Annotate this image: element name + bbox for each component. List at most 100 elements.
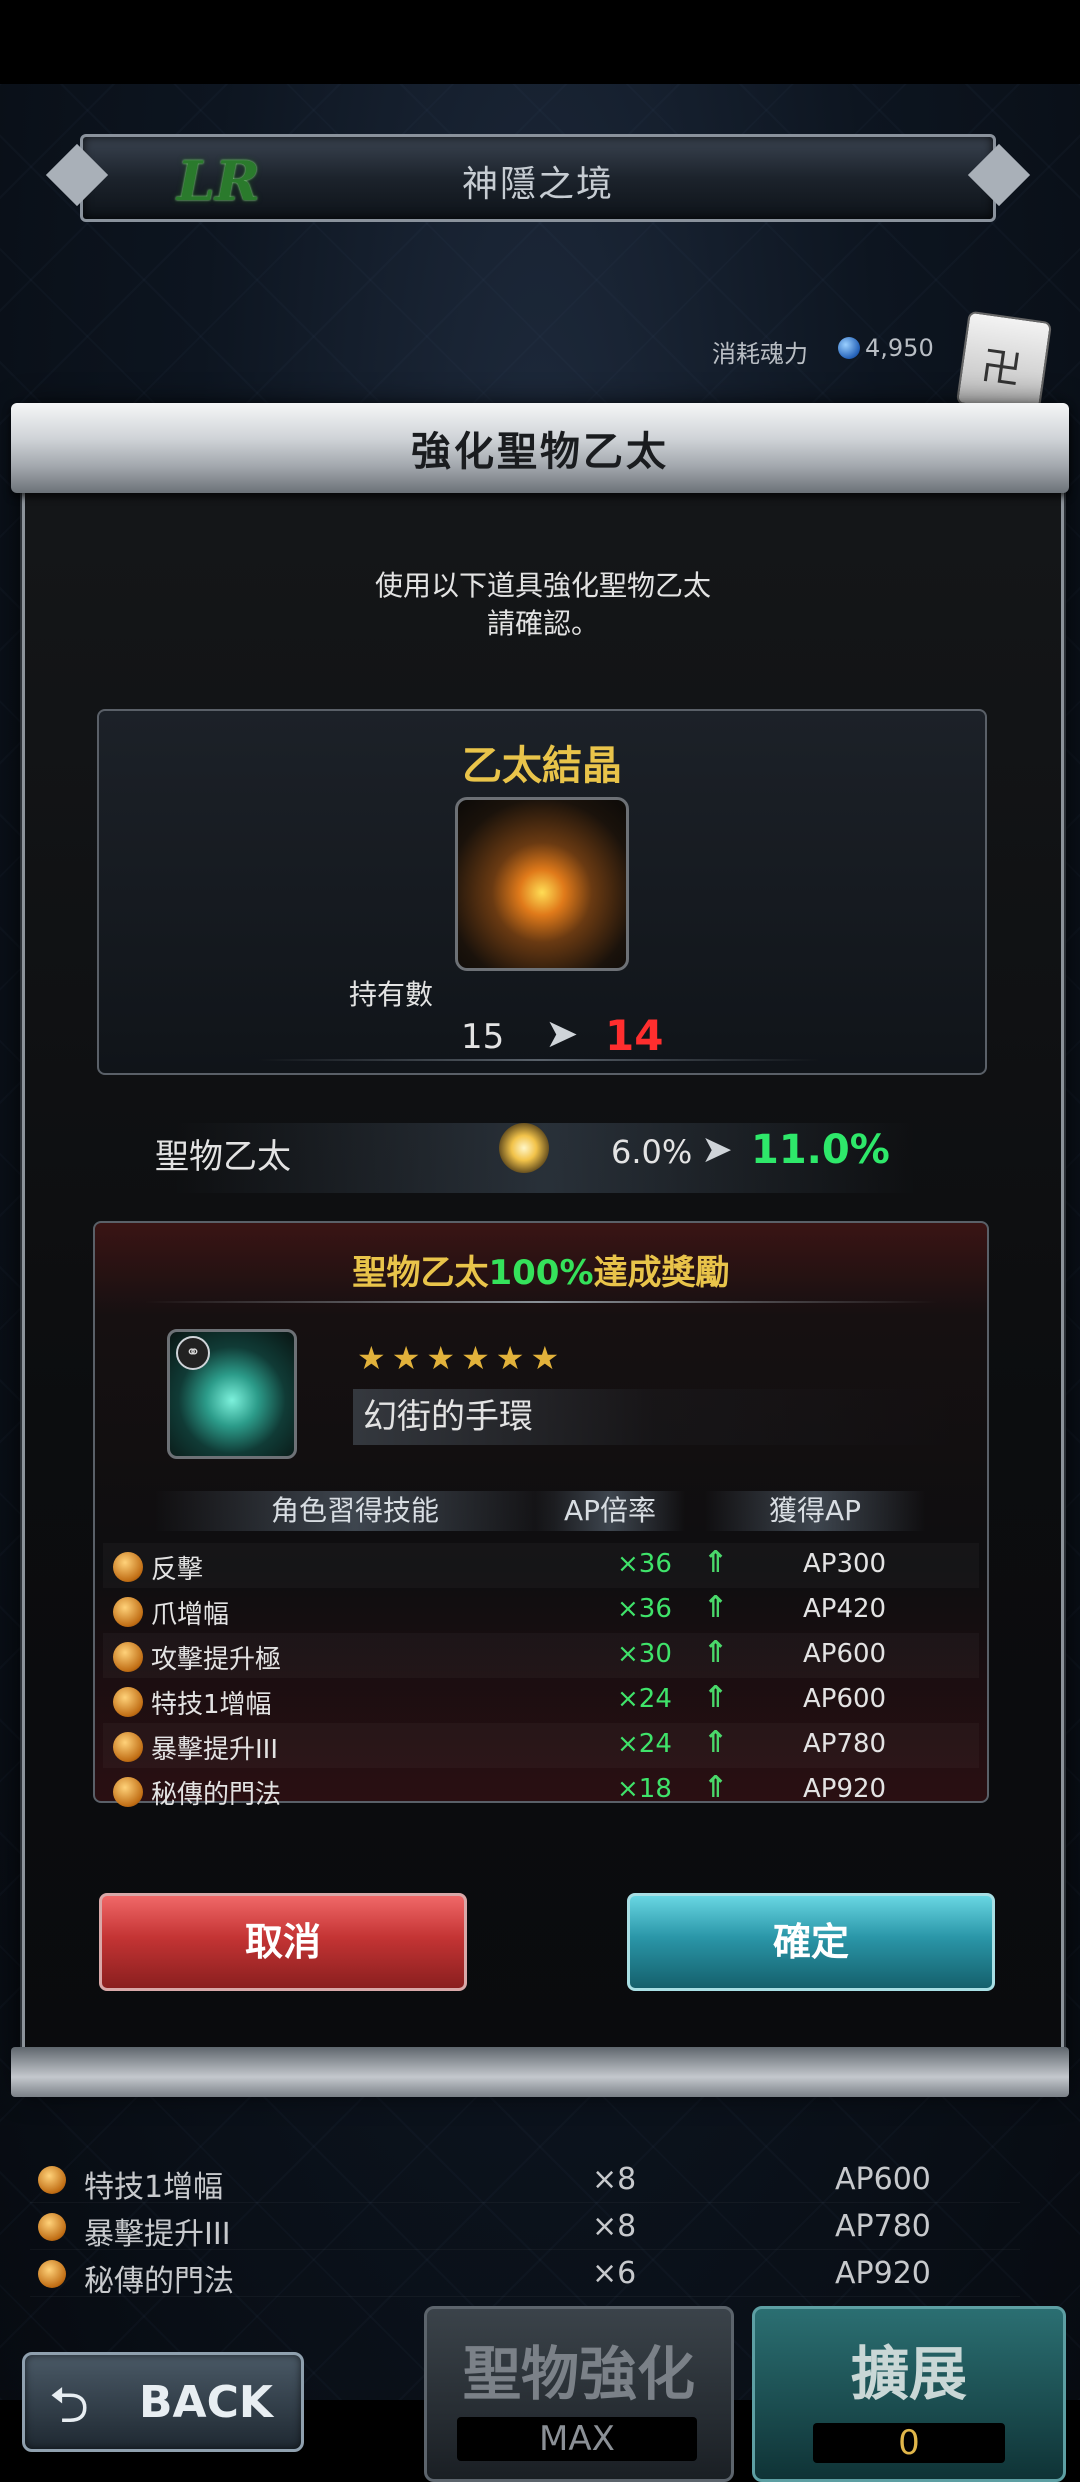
book-icon: 卍 bbox=[978, 343, 1025, 395]
reward-title-percent: 100% bbox=[488, 1253, 594, 1293]
cost-label: 消耗魂力 bbox=[712, 340, 808, 368]
skill-list: 反擊 ×36 ⇑ AP300 爪增幅 ×36 ⇑ AP420 攻擊提升極 ×30… bbox=[103, 1543, 979, 1813]
expand-button[interactable]: 擴展 0 bbox=[752, 2306, 1066, 2482]
expand-label: 擴展 bbox=[850, 2340, 967, 2408]
skill-multiplier: ×24 bbox=[617, 1729, 672, 1759]
skill-name: 秘傳的門法 bbox=[84, 2264, 234, 2299]
item-name: 乙太結晶 bbox=[462, 743, 622, 789]
skill-ap: AP300 bbox=[803, 1549, 887, 1579]
ether-icon bbox=[499, 1123, 549, 1173]
skill-icon bbox=[113, 1732, 143, 1762]
ether-label: 聖物乙太 bbox=[155, 1137, 291, 1177]
list-item: 秘傳的門法 ×6 AP920 bbox=[30, 2250, 1020, 2299]
column-header-rate: AP倍率 bbox=[535, 1491, 685, 1531]
skill-name: 反擊 bbox=[151, 1555, 204, 1585]
table-row: 秘傳的門法 ×18 ⇑ AP920 bbox=[103, 1768, 979, 1813]
skill-name: 特技1增幅 bbox=[151, 1690, 272, 1720]
cancel-button[interactable]: 取消 bbox=[99, 1893, 467, 1991]
skill-icon bbox=[38, 2260, 66, 2288]
skill-ap: AP780 bbox=[835, 2209, 931, 2244]
skill-multiplier: ×30 bbox=[617, 1639, 672, 1669]
skill-ap: AP600 bbox=[835, 2162, 931, 2197]
page-title: 神隱之境 bbox=[461, 164, 614, 205]
ether-crystal-icon bbox=[455, 797, 629, 971]
table-row: 反擊 ×36 ⇑ AP300 bbox=[103, 1543, 979, 1588]
back-button[interactable]: ⮌ BACK bbox=[22, 2352, 304, 2452]
cost-value: 4,950 bbox=[865, 334, 934, 362]
skill-name: 暴擊提升III bbox=[84, 2217, 231, 2252]
dialog-title: 強化聖物乙太 bbox=[411, 429, 669, 475]
table-row: 攻擊提升極 ×30 ⇑ AP600 bbox=[103, 1633, 979, 1678]
skill-name: 暴擊提升III bbox=[151, 1735, 279, 1765]
relic-enhance-value: MAX bbox=[457, 2417, 697, 2461]
rate-up-icon: ⇑ bbox=[703, 1770, 729, 1805]
back-label: BACK bbox=[139, 2377, 273, 2428]
enhance-dialog: 強化聖物乙太 使用以下道具強化聖物乙太 請確認。 乙太結晶 持有數 15 ➤ 1… bbox=[11, 403, 1069, 2097]
skill-name: 攻擊提升極 bbox=[151, 1645, 282, 1675]
arrow-right-icon: ➤ bbox=[701, 1127, 733, 1171]
title-banner: LR 神隱之境 bbox=[80, 134, 996, 222]
skill-multiplier: ×8 bbox=[592, 2162, 637, 2197]
skill-multiplier: ×6 bbox=[592, 2256, 637, 2291]
skill-icon bbox=[113, 1777, 143, 1807]
skill-multiplier: ×8 bbox=[592, 2209, 637, 2244]
dialog-footer-frame bbox=[11, 2047, 1069, 2097]
skill-multiplier: ×36 bbox=[617, 1594, 672, 1624]
table-row: 特技1增幅 ×24 ⇑ AP600 bbox=[103, 1678, 979, 1723]
column-header-ap: 獲得AP bbox=[705, 1491, 925, 1531]
skill-ap: AP780 bbox=[803, 1729, 887, 1759]
reward-item-name: 幻街的手環 bbox=[353, 1389, 953, 1445]
ether-before: 6.0% bbox=[611, 1133, 693, 1171]
skill-icon bbox=[113, 1687, 143, 1717]
rarity-stars: ★★★★★★ bbox=[357, 1339, 566, 1377]
skill-name: 特技1增幅 bbox=[84, 2170, 224, 2205]
reward-panel: 聖物乙太100%達成獎勵 ⚭ ★★★★★★ 幻街的手環 角色習得技能 AP倍率 … bbox=[93, 1221, 989, 1810]
expand-value: 0 bbox=[813, 2423, 1005, 2463]
owned-count-after: 14 bbox=[605, 1011, 664, 1060]
skill-ap: AP920 bbox=[803, 1774, 887, 1804]
arrow-right-icon: ➤ bbox=[545, 1011, 579, 1057]
skill-icon bbox=[113, 1552, 143, 1582]
skill-name: 秘傳的門法 bbox=[151, 1780, 282, 1810]
dialog-message-line2: 請確認。 bbox=[486, 607, 599, 640]
skill-icon bbox=[113, 1597, 143, 1627]
reward-title-suffix: 達成獎勵 bbox=[593, 1253, 730, 1293]
skill-multiplier: ×36 bbox=[617, 1549, 672, 1579]
relic-enhance-button[interactable]: 聖物強化 MAX bbox=[424, 2306, 734, 2482]
reward-title: 聖物乙太100%達成獎勵 bbox=[95, 1245, 987, 1294]
list-item: 暴擊提升III ×8 AP780 bbox=[30, 2203, 1020, 2252]
rate-up-icon: ⇑ bbox=[703, 1590, 729, 1625]
skill-icon bbox=[38, 2213, 66, 2241]
reward-divider bbox=[145, 1301, 937, 1303]
skill-ap: AP920 bbox=[835, 2256, 931, 2291]
table-row: 爪增幅 ×36 ⇑ AP420 bbox=[103, 1588, 979, 1633]
skill-icon bbox=[113, 1642, 143, 1672]
owned-count-divider bbox=[259, 1059, 819, 1061]
skill-multiplier: ×24 bbox=[617, 1684, 672, 1714]
table-row: 暴擊提升III ×24 ⇑ AP780 bbox=[103, 1723, 979, 1768]
bracelet-icon[interactable]: ⚭ bbox=[167, 1329, 297, 1459]
relic-enhance-label: 聖物強化 bbox=[462, 2340, 695, 2408]
confirm-button[interactable]: 確定 bbox=[627, 1893, 995, 1991]
owned-count-label: 持有數 bbox=[349, 978, 434, 1011]
equipment-badge-icon: ⚭ bbox=[176, 1336, 210, 1370]
dialog-message-line1: 使用以下道具強化聖物乙太 bbox=[374, 569, 711, 602]
skill-multiplier: ×18 bbox=[617, 1774, 672, 1804]
skill-ap: AP420 bbox=[803, 1594, 887, 1624]
rate-up-icon: ⇑ bbox=[703, 1545, 729, 1580]
background-skill-list: 特技1增幅 ×8 AP600 暴擊提升III ×8 AP780 秘傳的門法 ×6… bbox=[30, 2156, 1020, 2299]
soul-power-icon bbox=[838, 337, 860, 359]
back-arrow-icon: ⮌ bbox=[49, 2376, 90, 2434]
reward-title-prefix: 聖物乙太 bbox=[352, 1253, 489, 1293]
rate-up-icon: ⇑ bbox=[703, 1725, 729, 1760]
skill-icon bbox=[38, 2166, 66, 2194]
skill-name: 爪增幅 bbox=[151, 1600, 230, 1630]
dialog-header: 強化聖物乙太 bbox=[11, 403, 1069, 493]
skill-ap: AP600 bbox=[803, 1684, 887, 1714]
ether-after: 11.0% bbox=[751, 1127, 890, 1173]
skill-ap: AP600 bbox=[803, 1639, 887, 1669]
consumed-item-panel: 乙太結晶 持有數 15 ➤ 14 bbox=[97, 709, 987, 1075]
owned-count-before: 15 bbox=[461, 1017, 505, 1057]
column-header-skill: 角色習得技能 bbox=[155, 1491, 555, 1531]
encyclopedia-button[interactable]: 卍 bbox=[955, 310, 1053, 416]
